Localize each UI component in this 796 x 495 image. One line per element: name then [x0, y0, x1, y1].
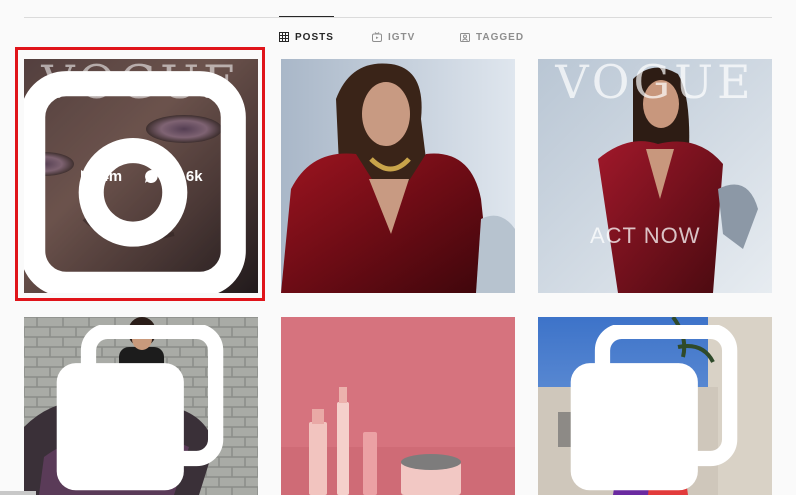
cover-text: ACT NOW [590, 223, 701, 248]
post-tile-6[interactable] [538, 317, 772, 495]
tagged-icon [460, 33, 470, 42]
tab-igtv[interactable]: IGTV [372, 17, 415, 57]
tab-igtv-label: IGTV [388, 31, 416, 43]
profile-tabs: POSTS IGTV TAGGED [0, 16, 796, 57]
views-stat: 4m [79, 168, 122, 185]
post-tile-3[interactable]: VOGUE ACT NOW [538, 59, 772, 293]
horizontal-scrollbar[interactable] [0, 491, 36, 495]
post-tile-1[interactable]: VOGUE 4m 21.6k [24, 59, 258, 293]
tab-tagged-label: TAGGED [476, 31, 525, 43]
comments-count: 21.6k [165, 167, 203, 185]
views-count: 4m [100, 167, 123, 185]
carousel-icon [56, 325, 224, 491]
post-image-2 [281, 59, 515, 293]
post-hover-overlay: 4m 21.6k [24, 59, 258, 293]
post-image-5 [281, 317, 515, 495]
post-tile-4[interactable] [24, 317, 258, 495]
igtv-icon [372, 32, 382, 42]
carousel-icon [570, 325, 738, 491]
comments-stat: 21.6k [144, 168, 203, 185]
post-tile-5[interactable] [281, 317, 515, 495]
comment-icon [145, 169, 158, 183]
grid-icon [279, 32, 289, 42]
post-tile-2[interactable] [281, 59, 515, 293]
play-icon [81, 169, 94, 183]
magazine-title: VOGUE [555, 59, 755, 109]
tab-tagged[interactable]: TAGGED [460, 17, 524, 57]
tab-posts[interactable]: POSTS [279, 16, 334, 57]
tab-posts-label: POSTS [295, 31, 334, 43]
